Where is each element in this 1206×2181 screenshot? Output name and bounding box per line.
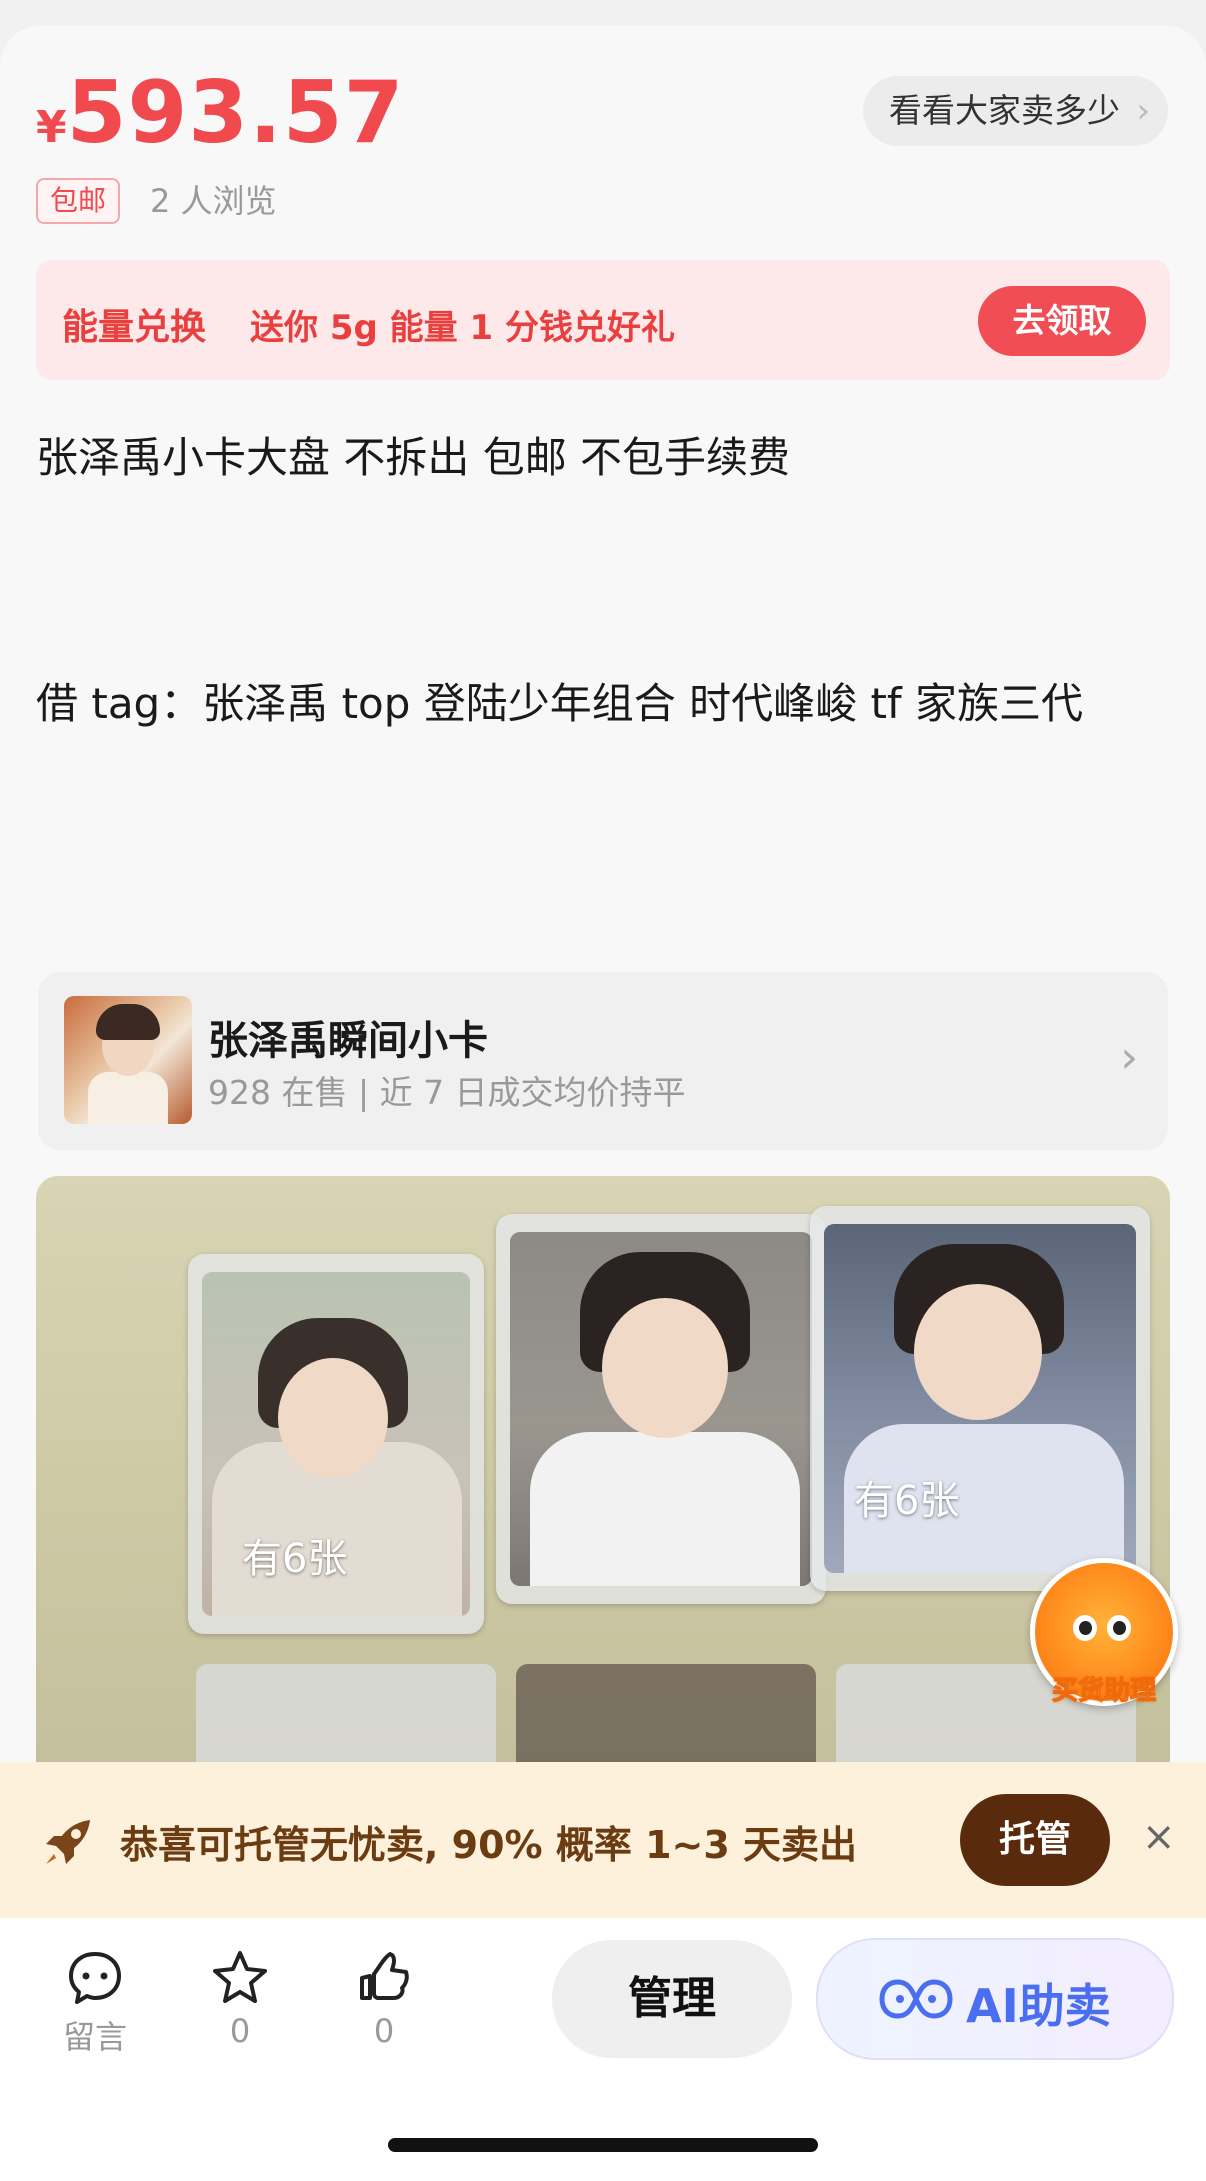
favorite-button[interactable]: 0 <box>190 1948 290 2050</box>
photocard-sleeve: 有6张 <box>810 1206 1150 1591</box>
like-count: 0 <box>373 2012 395 2050</box>
hosting-message: 恭喜可托管无忧卖, 90% 概率 1~3 天卖出 <box>120 1823 858 1867</box>
claim-button[interactable]: 去领取 <box>978 286 1146 356</box>
compare-prices-label: 看看大家卖多少 <box>889 91 1120 130</box>
description-line-1: 张泽禹小卡大盘 不拆出 包邮 不包手续费 <box>36 433 791 482</box>
home-indicator <box>388 2138 818 2152</box>
photocard-sleeve: 有6张 <box>188 1254 484 1634</box>
photo-caption: 有6张 <box>242 1536 348 1582</box>
buying-assistant-label: 买货助理 <box>1051 1676 1156 1707</box>
star-icon <box>213 1951 267 2003</box>
ai-sell-button[interactable]: AI助卖 <box>816 1938 1174 2060</box>
favorite-count: 0 <box>229 2012 251 2050</box>
rocket-icon <box>46 1820 90 1864</box>
hosting-bar: 恭喜可托管无忧卖, 90% 概率 1~3 天卖出 托管 × <box>0 1762 1206 1918</box>
product-thumbnail <box>64 996 192 1124</box>
close-icon[interactable]: × <box>1142 1814 1176 1860</box>
like-button[interactable]: 0 <box>334 1948 434 2050</box>
ai-sell-label: AI助卖 <box>966 1979 1111 2033</box>
energy-promo-banner[interactable]: 能量兑换 送你 5g 能量 1 分钱兑好礼 去领取 <box>36 260 1170 380</box>
hosting-button[interactable]: 托管 <box>960 1794 1110 1886</box>
chat-bubble-icon <box>69 1952 121 2004</box>
compare-prices-button[interactable]: 看看大家卖多少 › <box>863 76 1168 146</box>
ai-loop-icon <box>879 1979 953 2019</box>
photocard-sleeve <box>496 1214 826 1604</box>
price-currency: ¥ <box>36 102 67 153</box>
price: ¥593.57 <box>36 70 405 156</box>
product-photo[interactable]: 有6张 有6张 <box>36 1176 1170 1766</box>
comment-label: 留言 <box>62 2018 127 2056</box>
product-link-subtitle: 928 在售 | 近 7 日成交均价持平 <box>208 1073 686 1112</box>
chevron-right-icon: › <box>1120 1032 1138 1083</box>
manage-button[interactable]: 管理 <box>552 1940 792 2058</box>
free-shipping-badge: 包邮 <box>36 178 121 224</box>
promo-title: 能量兑换 <box>62 307 207 348</box>
view-count: 2 人浏览 <box>150 182 277 220</box>
comment-button[interactable]: 留言 <box>45 1948 145 2058</box>
product-link-title: 张泽禹瞬间小卡 <box>208 1018 488 1064</box>
description-line-2: 借 tag：张泽禹 top 登陆少年组合 时代峰峻 tf 家族三代 <box>36 679 1084 728</box>
thumbs-up-icon <box>360 1952 409 2000</box>
photo-caption: 有6张 <box>854 1478 960 1524</box>
product-link-card[interactable]: 张泽禹瞬间小卡 928 在售 | 近 7 日成交均价持平 › <box>38 972 1168 1150</box>
price-amount: 593.57 <box>66 63 405 163</box>
promo-text: 送你 5g 能量 1 分钱兑好礼 <box>250 308 675 348</box>
chevron-right-icon: › <box>1136 91 1150 131</box>
